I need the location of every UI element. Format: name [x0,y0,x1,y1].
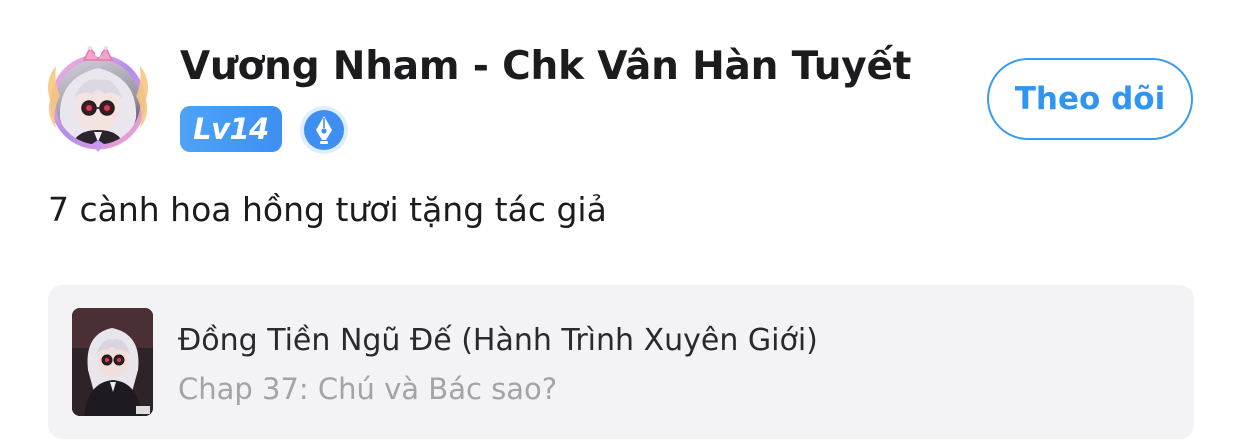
comment-text: 7 cành hoa hồng tươi tặng tác giả [48,190,607,229]
follow-button[interactable]: Theo dõi [987,58,1193,140]
username[interactable]: Vương Nham - Chk Vân Hàn Tuyết [180,44,911,89]
chapter-card[interactable]: Đồng Tiền Ngũ Đế (Hành Trình Xuyên Giới)… [48,285,1194,439]
chapter-name: Chap 37: Chú và Bác sao? [178,372,558,406]
level-badge: Lv14 [180,106,282,152]
writer-pen-icon [298,104,350,156]
book-title[interactable]: Đồng Tiền Ngũ Đế (Hành Trình Xuyên Giới) [178,323,818,358]
avatar-frame-icon [48,46,148,152]
user-avatar[interactable] [40,40,156,156]
book-cover [72,308,153,416]
